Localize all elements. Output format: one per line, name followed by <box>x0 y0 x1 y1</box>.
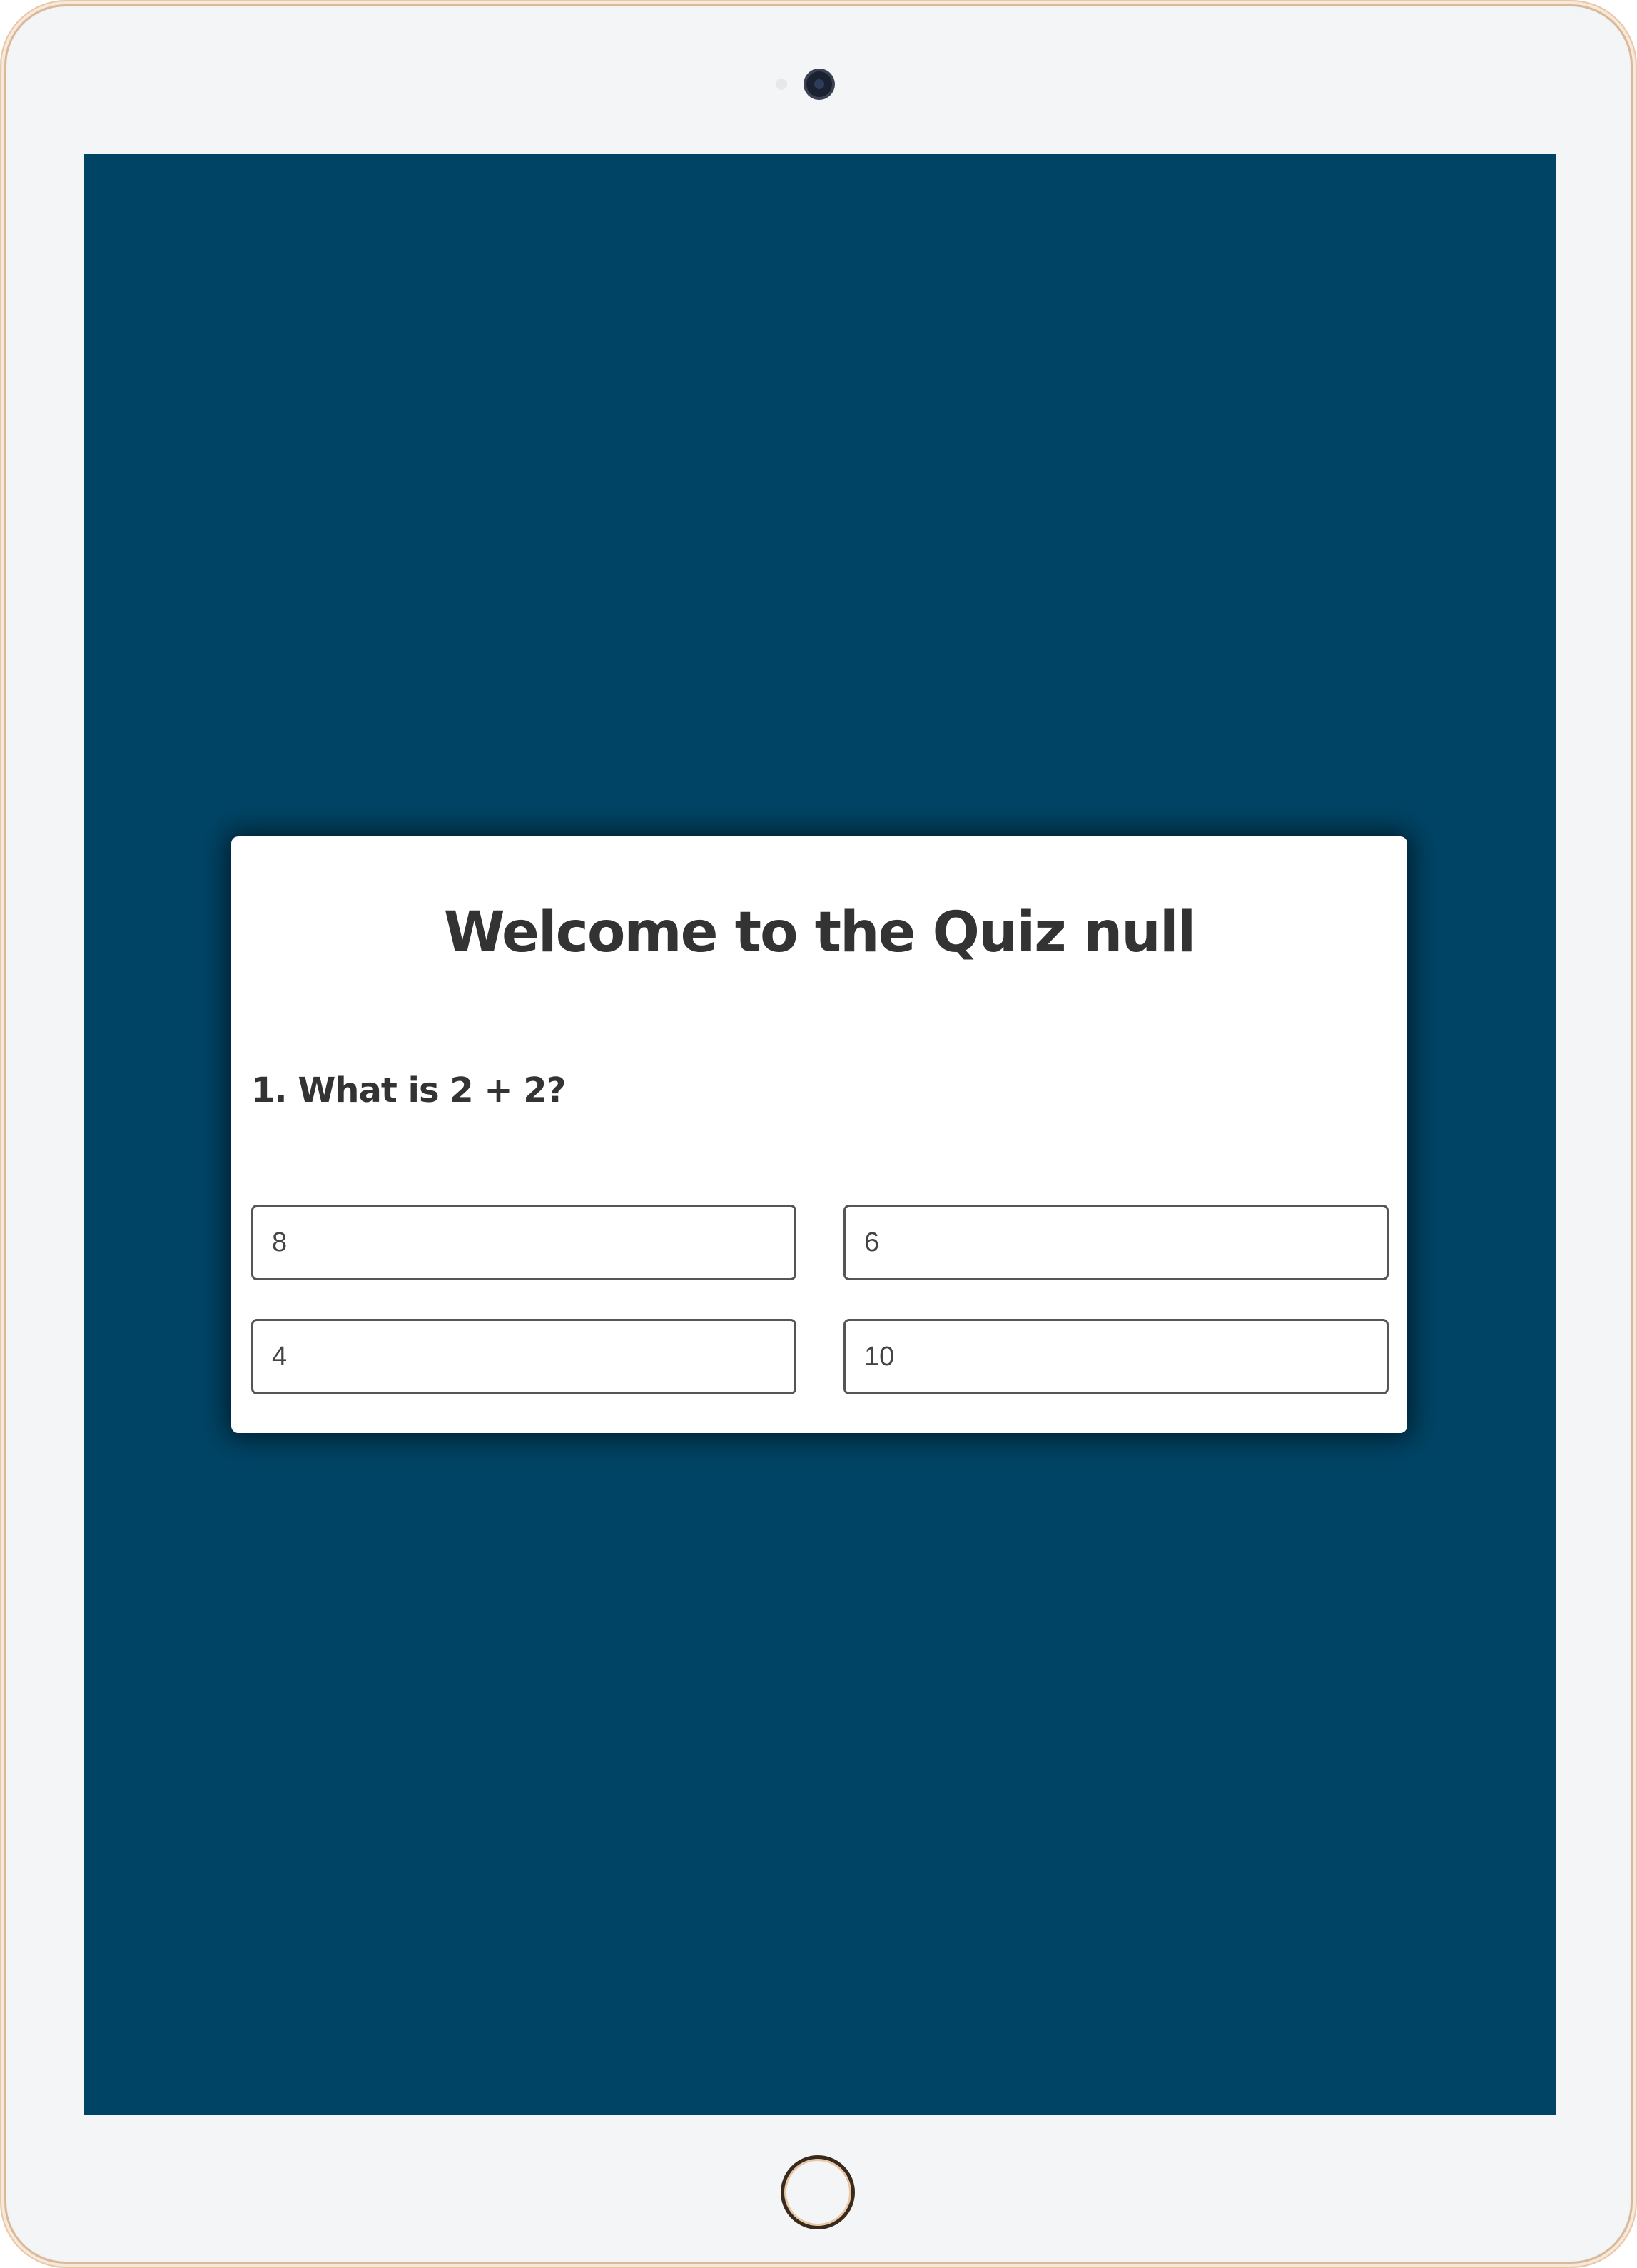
camera-icon <box>806 71 832 97</box>
question-text: 1. What is 2 + 2? <box>251 1070 567 1110</box>
answer-option-4[interactable]: 10 <box>843 1319 1389 1394</box>
answer-option-2[interactable]: 6 <box>843 1205 1389 1280</box>
sensor-icon <box>776 79 787 90</box>
quiz-card: Welcome to the Quiz null 1. What is 2 + … <box>231 836 1407 1433</box>
quiz-title: Welcome to the Quiz null <box>443 901 1197 965</box>
screen: Welcome to the Quiz null 1. What is 2 + … <box>84 154 1556 2115</box>
tablet-frame: Welcome to the Quiz null 1. What is 2 + … <box>0 0 1637 2268</box>
answer-option-1[interactable]: 8 <box>251 1205 796 1280</box>
home-button-icon[interactable] <box>781 2155 855 2229</box>
answer-option-3[interactable]: 4 <box>251 1319 796 1394</box>
